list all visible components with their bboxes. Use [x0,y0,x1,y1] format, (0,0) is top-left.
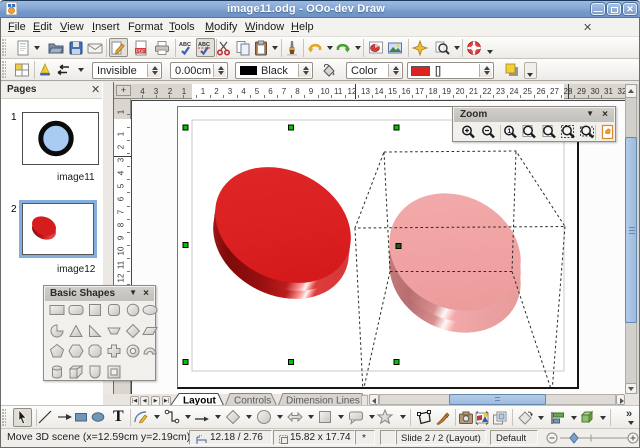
svg-text:1: 1 [508,128,512,135]
svg-text:ABC: ABC [198,42,210,48]
svg-text:PDF: PDF [136,49,145,54]
svg-text:ABC: ABC [179,42,191,48]
